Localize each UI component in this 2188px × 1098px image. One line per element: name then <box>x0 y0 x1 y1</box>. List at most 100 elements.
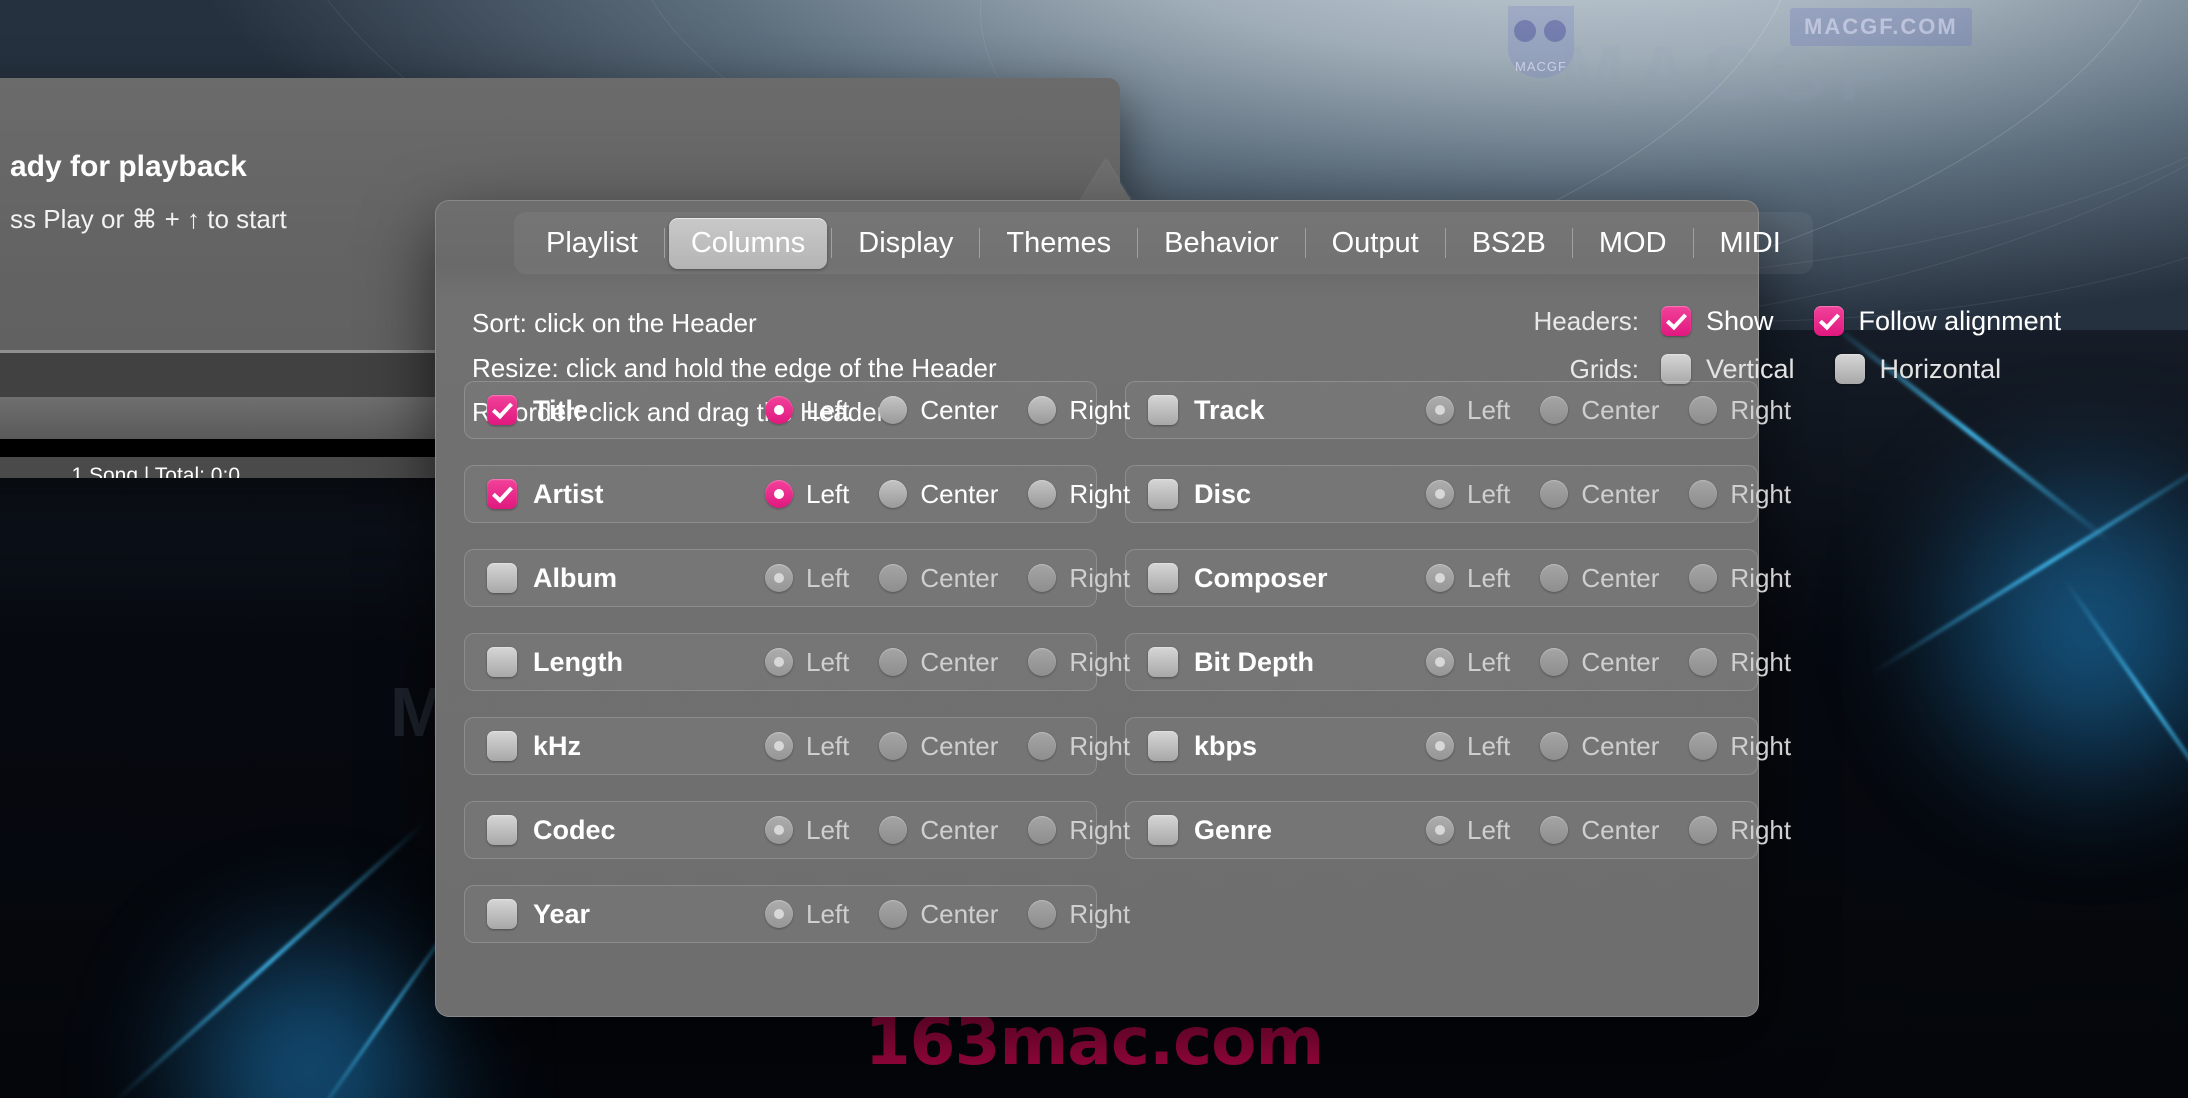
column-toggle-title[interactable]: Title <box>487 395 735 426</box>
alignment-option-album-center[interactable]: Center <box>879 563 998 594</box>
column-checkbox-album[interactable] <box>487 563 517 593</box>
tab-display[interactable]: Display <box>836 218 975 269</box>
alignment-radio-codec-center[interactable] <box>879 816 908 844</box>
alignment-radio-track-center[interactable] <box>1540 396 1569 424</box>
alignment-option-bit-depth-left[interactable]: Left <box>1426 647 1510 678</box>
alignment-radio-length-right[interactable] <box>1028 648 1057 676</box>
alignment-option-length-left[interactable]: Left <box>765 647 849 678</box>
alignment-option-artist-left[interactable]: Left <box>765 479 849 510</box>
column-toggle-album[interactable]: Album <box>487 563 735 594</box>
alignment-radio-year-center[interactable] <box>879 900 908 928</box>
alignment-radio-album-center[interactable] <box>879 564 908 592</box>
alignment-radio-bit-depth-center[interactable] <box>1540 648 1569 676</box>
alignment-option-track-left[interactable]: Left <box>1426 395 1510 426</box>
column-checkbox-kbps[interactable] <box>1148 731 1178 761</box>
column-checkbox-title[interactable] <box>487 395 517 425</box>
alignment-radio-disc-center[interactable] <box>1540 480 1569 508</box>
alignment-radio-khz-right[interactable] <box>1028 732 1057 760</box>
column-toggle-codec[interactable]: Codec <box>487 815 735 846</box>
alignment-radio-genre-right[interactable] <box>1689 816 1718 844</box>
alignment-option-length-right[interactable]: Right <box>1028 647 1130 678</box>
alignment-option-length-center[interactable]: Center <box>879 647 998 678</box>
alignment-radio-length-center[interactable] <box>879 648 908 676</box>
column-checkbox-bit-depth[interactable] <box>1148 647 1178 677</box>
alignment-radio-artist-right[interactable] <box>1028 480 1057 508</box>
alignment-option-artist-center[interactable]: Center <box>879 479 998 510</box>
column-toggle-bit-depth[interactable]: Bit Depth <box>1148 647 1396 678</box>
tab-midi[interactable]: MIDI <box>1698 218 1803 269</box>
alignment-option-kbps-left[interactable]: Left <box>1426 731 1510 762</box>
column-checkbox-genre[interactable] <box>1148 815 1178 845</box>
alignment-option-genre-right[interactable]: Right <box>1689 815 1791 846</box>
alignment-radio-title-left[interactable] <box>765 396 793 424</box>
alignment-radio-composer-center[interactable] <box>1540 564 1569 592</box>
alignment-radio-album-left[interactable] <box>765 564 793 592</box>
alignment-option-khz-center[interactable]: Center <box>879 731 998 762</box>
alignment-option-title-center[interactable]: Center <box>879 395 998 426</box>
tab-themes[interactable]: Themes <box>984 218 1133 269</box>
alignment-option-disc-left[interactable]: Left <box>1426 479 1510 510</box>
alignment-option-codec-right[interactable]: Right <box>1028 815 1130 846</box>
column-checkbox-khz[interactable] <box>487 731 517 761</box>
column-toggle-genre[interactable]: Genre <box>1148 815 1396 846</box>
column-checkbox-codec[interactable] <box>487 815 517 845</box>
headers-show-option[interactable]: Show <box>1661 306 1774 337</box>
alignment-radio-genre-center[interactable] <box>1540 816 1569 844</box>
alignment-radio-genre-left[interactable] <box>1426 816 1454 844</box>
column-toggle-length[interactable]: Length <box>487 647 735 678</box>
alignment-option-codec-left[interactable]: Left <box>765 815 849 846</box>
alignment-option-album-left[interactable]: Left <box>765 563 849 594</box>
column-checkbox-disc[interactable] <box>1148 479 1178 509</box>
alignment-option-disc-center[interactable]: Center <box>1540 479 1659 510</box>
alignment-radio-kbps-left[interactable] <box>1426 732 1454 760</box>
headers-show-checkbox[interactable] <box>1661 306 1691 336</box>
alignment-radio-disc-left[interactable] <box>1426 480 1454 508</box>
headers-follow-alignment-checkbox[interactable] <box>1813 306 1844 336</box>
alignment-radio-kbps-right[interactable] <box>1689 732 1718 760</box>
alignment-radio-khz-center[interactable] <box>879 732 908 760</box>
alignment-radio-kbps-center[interactable] <box>1540 732 1569 760</box>
alignment-radio-title-center[interactable] <box>879 396 908 424</box>
alignment-radio-year-left[interactable] <box>765 900 793 928</box>
alignment-option-composer-left[interactable]: Left <box>1426 563 1510 594</box>
alignment-option-title-left[interactable]: Left <box>765 395 849 426</box>
alignment-radio-bit-depth-right[interactable] <box>1689 648 1718 676</box>
alignment-radio-artist-left[interactable] <box>765 480 793 508</box>
alignment-option-track-center[interactable]: Center <box>1540 395 1659 426</box>
alignment-radio-artist-center[interactable] <box>879 480 908 508</box>
tab-bs2b[interactable]: BS2B <box>1450 218 1568 269</box>
column-checkbox-composer[interactable] <box>1148 563 1178 593</box>
column-toggle-kbps[interactable]: kbps <box>1148 731 1396 762</box>
grids-vertical-option[interactable]: Vertical <box>1661 354 1795 385</box>
grids-horizontal-checkbox[interactable] <box>1834 354 1865 384</box>
alignment-radio-track-right[interactable] <box>1689 396 1718 424</box>
alignment-radio-disc-right[interactable] <box>1689 480 1718 508</box>
alignment-option-year-center[interactable]: Center <box>879 899 998 930</box>
alignment-radio-composer-right[interactable] <box>1689 564 1718 592</box>
tab-behavior[interactable]: Behavior <box>1142 218 1300 269</box>
alignment-radio-title-right[interactable] <box>1028 396 1057 424</box>
column-toggle-track[interactable]: Track <box>1148 395 1396 426</box>
alignment-radio-album-right[interactable] <box>1028 564 1057 592</box>
column-checkbox-artist[interactable] <box>487 479 517 509</box>
column-toggle-khz[interactable]: kHz <box>487 731 735 762</box>
alignment-option-year-right[interactable]: Right <box>1028 899 1130 930</box>
alignment-option-bit-depth-center[interactable]: Center <box>1540 647 1659 678</box>
alignment-option-khz-right[interactable]: Right <box>1028 731 1130 762</box>
tab-output[interactable]: Output <box>1310 218 1441 269</box>
alignment-radio-composer-left[interactable] <box>1426 564 1454 592</box>
alignment-radio-length-left[interactable] <box>765 648 793 676</box>
tab-mod[interactable]: MOD <box>1577 218 1689 269</box>
alignment-option-album-right[interactable]: Right <box>1028 563 1130 594</box>
alignment-option-title-right[interactable]: Right <box>1028 395 1130 426</box>
alignment-option-kbps-center[interactable]: Center <box>1540 731 1659 762</box>
column-toggle-composer[interactable]: Composer <box>1148 563 1396 594</box>
alignment-radio-year-right[interactable] <box>1028 900 1057 928</box>
column-checkbox-track[interactable] <box>1148 395 1178 425</box>
alignment-option-khz-left[interactable]: Left <box>765 731 849 762</box>
grids-vertical-checkbox[interactable] <box>1661 354 1691 384</box>
alignment-radio-codec-right[interactable] <box>1028 816 1057 844</box>
alignment-radio-codec-left[interactable] <box>765 816 793 844</box>
column-checkbox-year[interactable] <box>487 899 517 929</box>
alignment-option-kbps-right[interactable]: Right <box>1689 731 1791 762</box>
